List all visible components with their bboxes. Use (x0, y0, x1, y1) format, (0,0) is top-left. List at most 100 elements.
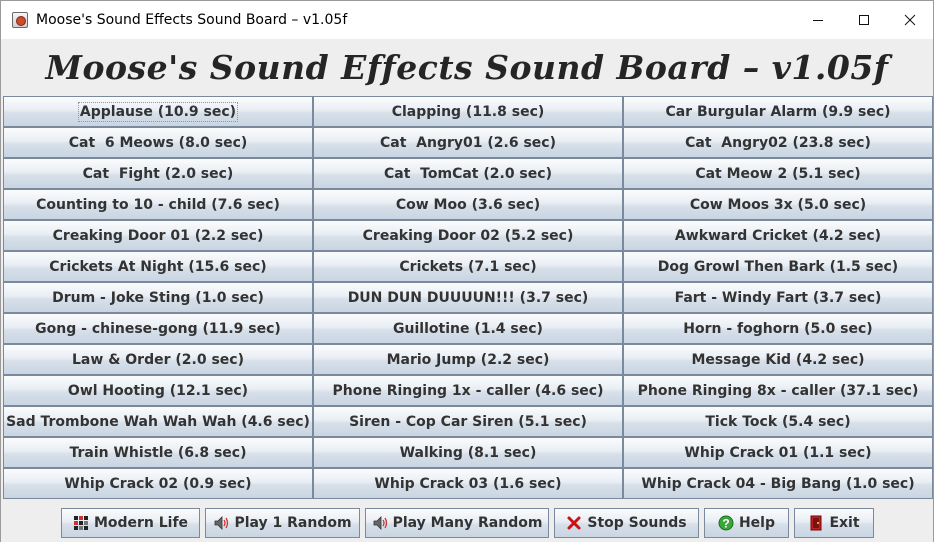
sound-button[interactable]: Cat Angry01 (2.6 sec) (313, 127, 623, 158)
sound-button-label: Applause (10.9 sec) (77, 101, 239, 122)
sound-button-label: Horn - foghorn (5.0 sec) (683, 320, 873, 337)
red-x-icon (566, 515, 582, 531)
sound-button-label: Whip Crack 04 - Big Bang (1.0 sec) (641, 475, 915, 492)
sound-button[interactable]: Cat Meow 2 (5.1 sec) (623, 158, 933, 189)
sound-button[interactable]: Dog Growl Then Bark (1.5 sec) (623, 251, 933, 282)
sound-button[interactable]: Cat 6 Meows (8.0 sec) (3, 127, 313, 158)
sound-button-label: Cat Angry01 (2.6 sec) (380, 134, 556, 151)
sound-button-label: Message Kid (4.2 sec) (691, 351, 865, 368)
sound-button[interactable]: Creaking Door 02 (5.2 sec) (313, 220, 623, 251)
sound-button-label: Cat 6 Meows (8.0 sec) (68, 134, 248, 151)
sound-button-label: Sad Trombone Wah Wah Wah (4.6 sec) (6, 413, 310, 430)
sound-button-label: Crickets (7.1 sec) (399, 258, 537, 275)
sound-button[interactable]: Car Burgular Alarm (9.9 sec) (623, 96, 933, 127)
sound-button[interactable]: Guillotine (1.4 sec) (313, 313, 623, 344)
sound-button-label: Cat Angry02 (23.8 sec) (685, 134, 871, 151)
sound-button-label: Mario Jump (2.2 sec) (386, 351, 550, 368)
sound-button-label: Cow Moos 3x (5.0 sec) (689, 196, 867, 213)
exit-icon (808, 515, 824, 531)
sound-button[interactable]: Sad Trombone Wah Wah Wah (4.6 sec) (3, 406, 313, 437)
sound-button[interactable]: Train Whistle (6.8 sec) (3, 437, 313, 468)
maximize-icon (859, 15, 869, 25)
sound-button-label: Walking (8.1 sec) (399, 444, 537, 461)
app-header: Moose's Sound Effects Sound Board – v1.0… (1, 39, 933, 95)
sound-button-label: Whip Crack 01 (1.1 sec) (684, 444, 872, 461)
sound-button[interactable]: Whip Crack 03 (1.6 sec) (313, 468, 623, 499)
help-icon: ? (718, 515, 734, 531)
exit-button[interactable]: Exit (794, 508, 874, 538)
sound-button[interactable]: Phone Ringing 1x - caller (4.6 sec) (313, 375, 623, 406)
sound-button-label: Car Burgular Alarm (9.9 sec) (665, 103, 891, 120)
sound-button-label: Tick Tock (5.4 sec) (705, 413, 851, 430)
maximize-button[interactable] (841, 1, 887, 39)
speaker-icon (372, 515, 388, 531)
sound-button[interactable]: Whip Crack 04 - Big Bang (1.0 sec) (623, 468, 933, 499)
sound-button[interactable]: Horn - foghorn (5.0 sec) (623, 313, 933, 344)
sound-button-label: DUN DUN DUUUUN!!! (3.7 sec) (347, 289, 589, 306)
sound-button[interactable]: Whip Crack 01 (1.1 sec) (623, 437, 933, 468)
sound-button[interactable]: Tick Tock (5.4 sec) (623, 406, 933, 437)
sound-button[interactable]: Whip Crack 02 (0.9 sec) (3, 468, 313, 499)
sound-button-label: Creaking Door 01 (2.2 sec) (52, 227, 264, 244)
close-icon (904, 14, 916, 26)
sound-button-label: Guillotine (1.4 sec) (393, 320, 543, 337)
sound-button-label: Whip Crack 02 (0.9 sec) (64, 475, 252, 492)
sound-button[interactable]: Cow Moos 3x (5.0 sec) (623, 189, 933, 220)
svg-text:?: ? (722, 517, 729, 531)
window-title: Moose's Sound Effects Sound Board – v1.0… (36, 12, 348, 28)
close-button[interactable] (887, 1, 933, 39)
modern-life-icon (73, 515, 89, 531)
sound-button[interactable]: Crickets (7.1 sec) (313, 251, 623, 282)
sound-button[interactable]: Mario Jump (2.2 sec) (313, 344, 623, 375)
stop-sounds-label: Stop Sounds (587, 515, 687, 531)
sound-button[interactable]: Applause (10.9 sec) (3, 96, 313, 127)
sound-button-label: Awkward Cricket (4.2 sec) (674, 227, 882, 244)
help-button[interactable]: ? Help (704, 508, 789, 538)
title-bar[interactable]: Moose's Sound Effects Sound Board – v1.0… (1, 1, 933, 39)
sound-button[interactable]: Message Kid (4.2 sec) (623, 344, 933, 375)
sound-button-label: Drum - Joke Sting (1.0 sec) (52, 289, 264, 306)
modern-life-button[interactable]: Modern Life (61, 508, 200, 538)
sound-button-label: Siren - Cop Car Siren (5.1 sec) (349, 413, 587, 430)
sound-button-label: Law & Order (2.0 sec) (72, 351, 244, 368)
sound-button-label: Phone Ringing 8x - caller (37.1 sec) (637, 382, 919, 399)
speaker-icon (213, 515, 229, 531)
app-heading: Moose's Sound Effects Sound Board – v1.0… (45, 47, 889, 87)
sound-button[interactable]: Drum - Joke Sting (1.0 sec) (3, 282, 313, 313)
minimize-button[interactable] (795, 1, 841, 39)
java-app-icon (12, 12, 28, 28)
window-controls (795, 1, 933, 39)
sound-button[interactable]: Phone Ringing 8x - caller (37.1 sec) (623, 375, 933, 406)
sound-button[interactable]: Clapping (11.8 sec) (313, 96, 623, 127)
sound-button[interactable]: Cat Fight (2.0 sec) (3, 158, 313, 189)
play-1-random-label: Play 1 Random (234, 515, 352, 531)
sound-button-label: Owl Hooting (12.1 sec) (67, 382, 249, 399)
exit-label: Exit (829, 515, 860, 531)
sound-button[interactable]: Walking (8.1 sec) (313, 437, 623, 468)
sound-button[interactable]: Siren - Cop Car Siren (5.1 sec) (313, 406, 623, 437)
sound-button[interactable]: Awkward Cricket (4.2 sec) (623, 220, 933, 251)
sound-button-label: Counting to 10 - child (7.6 sec) (36, 196, 280, 213)
sound-button[interactable]: DUN DUN DUUUUN!!! (3.7 sec) (313, 282, 623, 313)
sound-button[interactable]: Counting to 10 - child (7.6 sec) (3, 189, 313, 220)
play-many-random-label: Play Many Random (392, 515, 543, 531)
sound-button-label: Phone Ringing 1x - caller (4.6 sec) (332, 382, 604, 399)
sound-button[interactable]: Cat Angry02 (23.8 sec) (623, 127, 933, 158)
sound-button-label: Creaking Door 02 (5.2 sec) (362, 227, 574, 244)
sound-button-label: Fart - Windy Fart (3.7 sec) (674, 289, 882, 306)
stop-sounds-button[interactable]: Stop Sounds (554, 508, 699, 538)
sound-button[interactable]: Cow Moo (3.6 sec) (313, 189, 623, 220)
sound-button[interactable]: Owl Hooting (12.1 sec) (3, 375, 313, 406)
sound-button-label: Gong - chinese-gong (11.9 sec) (35, 320, 281, 337)
sound-button[interactable]: Fart - Windy Fart (3.7 sec) (623, 282, 933, 313)
sound-button[interactable]: Cat TomCat (2.0 sec) (313, 158, 623, 189)
play-1-random-button[interactable]: Play 1 Random (205, 508, 360, 538)
play-many-random-button[interactable]: Play Many Random (365, 508, 549, 538)
sound-button[interactable]: Creaking Door 01 (2.2 sec) (3, 220, 313, 251)
sound-button-label: Cat TomCat (2.0 sec) (384, 165, 552, 182)
sound-button[interactable]: Gong - chinese-gong (11.9 sec) (3, 313, 313, 344)
sound-button[interactable]: Crickets At Night (15.6 sec) (3, 251, 313, 282)
modern-life-label: Modern Life (93, 515, 189, 531)
app-window: Moose's Sound Effects Sound Board – v1.0… (0, 0, 934, 542)
sound-button[interactable]: Law & Order (2.0 sec) (3, 344, 313, 375)
